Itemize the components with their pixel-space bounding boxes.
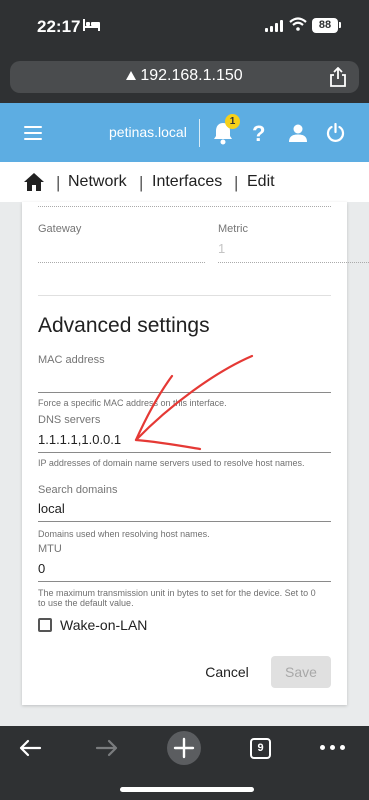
toolbar-divider [199, 119, 200, 147]
wake-on-lan-checkbox[interactable] [38, 618, 52, 632]
search-domains-label: Search domains [38, 484, 118, 496]
tab-count-button[interactable]: 9 [250, 738, 271, 759]
status-bar: 22:17 88 [0, 0, 369, 50]
mtu-underline [38, 581, 331, 582]
url-text: 192.168.1.150 [140, 67, 243, 84]
forward-arrow-icon[interactable] [95, 738, 119, 758]
breadcrumb-edit: Edit [247, 173, 275, 190]
gateway-label: Gateway [38, 223, 82, 235]
help-icon[interactable]: ? [252, 121, 265, 147]
previous-field-underline [38, 206, 331, 207]
wifi-icon [289, 17, 307, 31]
search-domains-underline [38, 521, 331, 522]
breadcrumb-separator: | [234, 173, 239, 192]
breadcrumb-network[interactable]: Network [68, 173, 127, 191]
breadcrumb: | Network | Interfaces | Edit [0, 162, 369, 202]
mac-address-input[interactable] [38, 392, 331, 393]
breadcrumb-separator: | [139, 173, 144, 192]
new-tab-button[interactable] [167, 731, 201, 765]
mac-address-hint: Force a specific MAC address on this int… [38, 398, 227, 408]
gateway-field [38, 262, 205, 263]
save-button[interactable]: Save [271, 656, 331, 688]
breadcrumb-separator: | [56, 173, 61, 192]
dns-servers-underline [38, 452, 331, 453]
dns-servers-label: DNS servers [38, 414, 101, 426]
breadcrumb-interfaces[interactable]: Interfaces [152, 173, 222, 191]
home-indicator [120, 787, 254, 792]
cancel-button[interactable]: Cancel [196, 656, 258, 688]
menu-icon[interactable] [24, 126, 42, 140]
metric-label: Metric [218, 223, 248, 235]
power-icon[interactable] [326, 123, 345, 142]
search-domains-hint: Domains used when resolving host names. [38, 529, 210, 539]
battery-tip [339, 22, 341, 28]
metric-field-underline [218, 262, 369, 263]
hostname: petinas.local [109, 124, 187, 140]
dns-servers-hint: IP addresses of domain name servers used… [38, 458, 305, 468]
user-icon[interactable] [289, 124, 307, 142]
back-arrow-icon[interactable] [18, 738, 42, 758]
cellular-signal-icon [265, 20, 283, 32]
mtu-input[interactable]: 0 [38, 561, 45, 576]
status-time: 22:17 [37, 17, 81, 36]
battery-icon: 88 [312, 18, 338, 33]
notification-badge: 1 [225, 114, 240, 129]
section-divider [38, 295, 331, 296]
address-bar[interactable]: 192.168.1.150 [10, 61, 359, 93]
browser-address-area: 192.168.1.150 [0, 50, 369, 103]
plus-icon [173, 737, 195, 759]
share-icon[interactable] [329, 67, 347, 87]
app-toolbar: petinas.local ? [0, 103, 369, 162]
section-title: Advanced settings [38, 314, 210, 337]
mtu-hint: The maximum transmission unit in bytes t… [38, 588, 316, 608]
not-secure-warning-icon [126, 71, 137, 80]
metric-field: 1 [218, 241, 226, 256]
search-domains-input[interactable]: local [38, 501, 65, 516]
more-icon[interactable] [320, 740, 346, 754]
dns-servers-input[interactable]: 1.1.1.1,1.0.0.1 [38, 432, 121, 447]
home-icon[interactable] [24, 173, 44, 191]
sleep-focus-icon [83, 19, 100, 31]
mtu-label: MTU [38, 543, 62, 555]
mac-address-label: MAC address [38, 354, 105, 366]
wake-on-lan-label[interactable]: Wake-on-LAN [60, 617, 147, 633]
